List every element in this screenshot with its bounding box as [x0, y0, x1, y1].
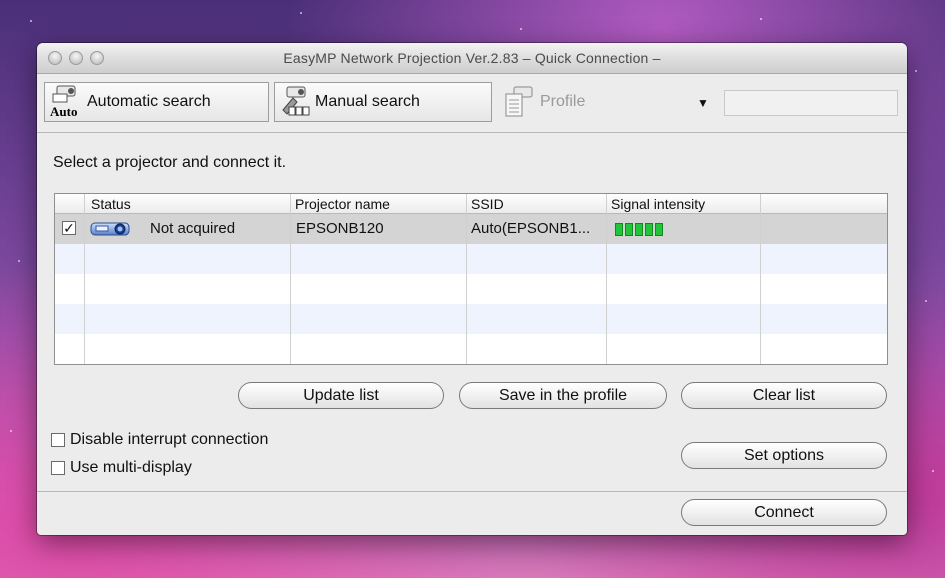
signal-bar: [615, 223, 623, 236]
disable-interrupt-checkbox[interactable]: [51, 433, 65, 447]
window-title: EasyMP Network Projection Ver.2.83 – Qui…: [283, 50, 661, 66]
table-row[interactable]: [55, 274, 887, 304]
multi-display-checkbox[interactable]: [51, 461, 65, 475]
instruction-text: Select a projector and connect it.: [53, 154, 287, 171]
projector-icon: [90, 222, 130, 236]
column-divider: [290, 194, 291, 364]
column-divider: [84, 194, 85, 364]
profile-dropdown-arrow-icon[interactable]: ▼: [697, 96, 709, 110]
clear-list-button[interactable]: Clear list: [681, 382, 887, 409]
table-row[interactable]: [55, 304, 887, 334]
update-list-button[interactable]: Update list: [238, 382, 444, 409]
signal-intensity-meter: [615, 223, 663, 236]
app-window: EasyMP Network Projection Ver.2.83 – Qui…: [37, 43, 907, 535]
signal-bar: [635, 223, 643, 236]
profile-label: Profile: [540, 93, 586, 110]
profile-button[interactable]: Profile ▼: [497, 82, 722, 122]
profile-search-field[interactable]: [724, 90, 898, 116]
footer-separator: [37, 491, 907, 492]
signal-bar: [655, 223, 663, 236]
disable-interrupt-label: Disable interrupt connection: [70, 431, 269, 448]
status-text: Not acquired: [150, 220, 236, 237]
column-divider: [606, 194, 607, 364]
column-projector-name[interactable]: Projector name: [295, 196, 390, 212]
signal-bar: [625, 223, 633, 236]
table-row[interactable]: ✓ Not acquired EPSONB120 Auto(EPSONB1...: [55, 214, 887, 244]
title-bar: EasyMP Network Projection Ver.2.83 – Qui…: [37, 43, 907, 74]
column-status[interactable]: Status: [91, 196, 131, 212]
connect-button[interactable]: Connect: [681, 499, 887, 526]
set-options-button[interactable]: Set options: [681, 442, 887, 469]
column-divider: [466, 194, 467, 364]
column-divider: [760, 194, 761, 364]
ssid-text: Auto(EPSONB1...: [471, 220, 591, 237]
manual-search-button[interactable]: Manual search: [274, 82, 492, 122]
projector-table: Status Projector name SSID Signal intens…: [54, 193, 888, 365]
table-header: Status Projector name SSID Signal intens…: [55, 194, 887, 214]
automatic-search-label: Automatic search: [87, 93, 211, 110]
column-ssid[interactable]: SSID: [471, 196, 504, 212]
toolbar-separator: [37, 132, 907, 133]
manual-search-icon: [282, 86, 310, 116]
automatic-search-button[interactable]: Auto Automatic search: [44, 82, 269, 122]
projector-name: EPSONB120: [296, 220, 384, 237]
auto-search-icon: Auto: [50, 85, 77, 119]
table-row[interactable]: [55, 244, 887, 274]
row-select-checkbox[interactable]: ✓: [62, 221, 76, 235]
manual-search-label: Manual search: [315, 93, 420, 110]
signal-bar: [645, 223, 653, 236]
profile-icon: [505, 86, 533, 117]
column-signal-intensity[interactable]: Signal intensity: [611, 196, 705, 212]
save-in-profile-button[interactable]: Save in the profile: [459, 382, 667, 409]
multi-display-label: Use multi-display: [70, 459, 192, 476]
table-row[interactable]: [55, 334, 887, 364]
svg-text:Auto: Auto: [50, 104, 77, 119]
